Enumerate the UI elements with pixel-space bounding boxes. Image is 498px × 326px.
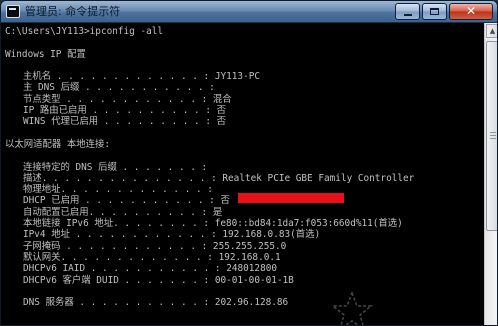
star-watermark-icon bbox=[331, 291, 373, 325]
row-value: fe80::bd84:1da7:f053:660d%11(首选) bbox=[214, 218, 403, 230]
row-dots: . . . . . . . : bbox=[116, 161, 213, 173]
row-label: IP 路由已启用 bbox=[23, 105, 87, 117]
row-label: 节点类型 bbox=[23, 93, 61, 105]
adapter-row: DHCP 已启用 . . . . . . . . . . . : 否 bbox=[5, 195, 414, 206]
host-row: 主 DNS 后缀 . . . . . . . . . . . : bbox=[5, 82, 414, 93]
row-value: 192.168.0.83(首选) bbox=[222, 229, 321, 241]
row-label: DNS 服务器 bbox=[23, 297, 74, 309]
host-row: IP 路由已启用 . . . . . . . . . . : 否 bbox=[5, 105, 414, 116]
maximize-button[interactable] bbox=[422, 3, 447, 20]
row-dots: . . . . . . . . . . . . : bbox=[69, 229, 223, 241]
row-dots: . . . . . . . . . . . . . : bbox=[51, 71, 215, 83]
cmd-window: 管理员: 命令提示符 ✕ C:\Users\JY113>ipconfig -al… bbox=[0, 0, 498, 326]
row-value: 否 bbox=[216, 105, 227, 117]
row-value: 255.255.255.0 bbox=[212, 240, 287, 252]
minimize-icon bbox=[403, 13, 412, 16]
adapter-row: 默认网关. . . . . . . . . . . . . : 192.168.… bbox=[5, 252, 414, 263]
scroll-up-button[interactable]: ▲ bbox=[486, 24, 497, 38]
row-dots: . . . . . . . . . . . : bbox=[79, 195, 221, 207]
title-bar[interactable]: 管理员: 命令提示符 ✕ bbox=[1, 1, 497, 23]
thumb-grip-icon bbox=[490, 135, 496, 136]
row-label: 物理地址 bbox=[23, 184, 61, 196]
row-value: 否 bbox=[216, 116, 227, 128]
row-label: 主机名 bbox=[23, 71, 52, 83]
adapter-row: 自动配置已启用. . . . . . . . . . : 是 bbox=[5, 207, 414, 218]
adapter-row: IPv4 地址 . . . . . . . . . . . . : 192.16… bbox=[5, 229, 414, 240]
row-dots: . . . . . . . . . . . . . : bbox=[60, 184, 219, 196]
row-dots: . . . . . . . . . . . : bbox=[85, 263, 227, 275]
window-title: 管理员: 命令提示符 bbox=[25, 5, 121, 18]
close-button[interactable]: ✕ bbox=[449, 3, 493, 20]
row-dots: . . . . . . . . : bbox=[113, 218, 215, 230]
row-value: JY113-PC bbox=[214, 71, 260, 83]
row-value: 00-01-00-01-1B bbox=[214, 274, 294, 286]
row-dots: . . . . . . . : bbox=[118, 274, 215, 286]
scroll-up-arrow-icon: ▲ bbox=[489, 27, 496, 35]
console-text: C:\Users\JY113>ipconfig -all Windows IP … bbox=[5, 26, 414, 308]
cmd-icon[interactable] bbox=[6, 5, 20, 18]
adapter-row: DHCPv6 客户端 DUID . . . . . . . : 00-01-00… bbox=[5, 275, 414, 286]
console-output[interactable]: C:\Users\JY113>ipconfig -all Windows IP … bbox=[1, 23, 484, 325]
adapter-row: 物理地址. . . . . . . . . . . . . : bbox=[5, 184, 414, 195]
row-dots: . . . . . . . . . . . . : bbox=[60, 240, 213, 252]
row-value: 是 bbox=[212, 206, 223, 218]
row-value: 248012800 bbox=[226, 263, 278, 275]
row-value: 混合 bbox=[212, 93, 232, 105]
row-dots: . . . . . . . . . . : bbox=[86, 105, 217, 117]
scroll-thumb[interactable] bbox=[486, 41, 497, 231]
row-value: 否 bbox=[220, 195, 230, 207]
ip-config-header: Windows IP 配置 bbox=[5, 48, 86, 60]
adapter-row: DHCPv6 IAID . . . . . . . . . . . : 2480… bbox=[5, 263, 414, 274]
row-value: Realtek PCIe GBE Family Controller bbox=[222, 172, 415, 184]
adapter-row: 连接特定的 DNS 后缀 . . . . . . . : bbox=[5, 162, 414, 173]
row-dots: . . . . . . . . . : bbox=[98, 116, 217, 128]
row-label: 自动配置已启用 bbox=[23, 206, 89, 218]
row-dots: . . . . . . . . . . . . . : bbox=[60, 251, 219, 263]
row-value: 192.168.0.1 bbox=[218, 251, 281, 263]
vertical-scrollbar[interactable]: ▲ bbox=[484, 23, 497, 325]
maximize-icon bbox=[430, 8, 439, 15]
host-row: WINS 代理已启用 . . . . . . . . . : 否 bbox=[5, 116, 414, 127]
row-label: IPv4 地址 bbox=[23, 229, 70, 241]
row-label: 连接特定的 DNS 后缀 bbox=[23, 161, 117, 173]
row-label: 描述 bbox=[23, 172, 42, 184]
row-label: 默认网关 bbox=[23, 251, 61, 263]
minimize-button[interactable] bbox=[395, 3, 420, 20]
thumb-grip-icon bbox=[490, 138, 496, 139]
row-label: DHCPv6 客户端 DUID bbox=[23, 274, 119, 286]
row-label: 主 DNS 后缀 bbox=[23, 82, 80, 94]
caption-buttons: ✕ bbox=[395, 3, 493, 20]
row-dots: . . . . . . . . . . . . . . . : bbox=[41, 172, 223, 184]
adapter-row: 子网掩码 . . . . . . . . . . . . : 255.255.2… bbox=[5, 241, 414, 252]
row-dots: . . . . . . . . . . : bbox=[88, 206, 213, 218]
thumb-grip-icon bbox=[490, 132, 496, 133]
row-label: DHCP 已启用 bbox=[23, 195, 80, 207]
row-dots: . . . . . . . . . . . : bbox=[79, 82, 221, 94]
row-label: WINS 代理已启用 bbox=[23, 116, 99, 128]
adapter-header: 以太网适配器 本地连接: bbox=[5, 138, 111, 150]
row-label: 子网掩码 bbox=[23, 240, 61, 252]
host-row: 主机名 . . . . . . . . . . . . . : JY113-PC bbox=[5, 71, 414, 82]
close-icon: ✕ bbox=[465, 4, 477, 18]
row-label: DHCPv6 IAID bbox=[23, 263, 86, 275]
row-label: 本地链接 IPv6 地址 bbox=[23, 218, 114, 230]
adapter-row: 本地链接 IPv6 地址. . . . . . . . : fe80::bd84… bbox=[5, 218, 414, 229]
prompt-line: C:\Users\JY113>ipconfig -all bbox=[5, 26, 164, 37]
host-row: 节点类型 . . . . . . . . . . . . : 混合 bbox=[5, 94, 414, 105]
row-dots: . . . . . . . . . . . : bbox=[73, 297, 215, 309]
row-dots: . . . . . . . . . . . . : bbox=[60, 93, 213, 105]
adapter-row: 描述. . . . . . . . . . . . . . . : Realte… bbox=[5, 173, 414, 184]
mac-address-redaction bbox=[238, 193, 344, 203]
row-value: 202.96.128.86 bbox=[214, 297, 289, 309]
